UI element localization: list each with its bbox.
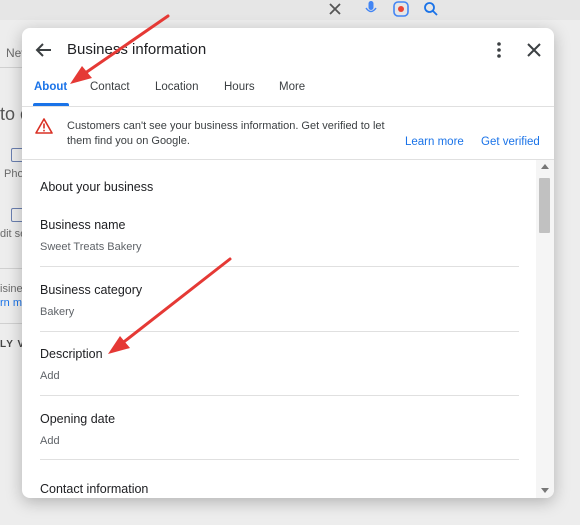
business-category-field[interactable] xyxy=(40,272,519,332)
tab-contact[interactable]: Contact xyxy=(90,81,130,93)
tab-hours[interactable]: Hours xyxy=(224,81,255,93)
field-value: Add xyxy=(40,435,60,447)
get-verified-link[interactable]: Get verified xyxy=(481,136,540,148)
learn-more-link[interactable]: Learn more xyxy=(405,136,464,148)
scroll-thumb[interactable] xyxy=(539,178,550,233)
business-info-content: About your business Business name Sweet … xyxy=(22,160,554,498)
scroll-down-arrow-icon[interactable] xyxy=(541,488,549,493)
warning-icon xyxy=(35,118,53,134)
mic-icon xyxy=(365,1,377,13)
clear-icon xyxy=(329,3,341,15)
business-name-field[interactable] xyxy=(40,208,519,268)
background-search-bar xyxy=(0,0,580,20)
field-label: Business category xyxy=(40,283,143,297)
background-divider xyxy=(0,67,22,68)
section-heading-contact: Contact information xyxy=(40,482,149,496)
field-label: Description xyxy=(40,347,103,361)
dialog-title: Business information xyxy=(67,41,207,58)
scrollbar[interactable] xyxy=(536,160,554,498)
field-label: Opening date xyxy=(40,412,116,426)
field-value: Sweet Treats Bakery xyxy=(40,241,142,253)
arrow-left-icon[interactable] xyxy=(32,38,56,62)
tab-about[interactable]: About xyxy=(34,81,67,93)
field-label: Business name xyxy=(40,218,126,232)
background-divider xyxy=(0,268,22,269)
business-information-dialog: Business information About Contact Locat… xyxy=(22,28,554,498)
field-divider xyxy=(40,331,519,332)
opening-date-field[interactable] xyxy=(40,401,519,461)
field-value: Bakery xyxy=(40,306,75,318)
verification-banner: Customers can't see your business inform… xyxy=(22,107,554,160)
field-divider xyxy=(40,459,519,460)
field-divider xyxy=(40,395,519,396)
lens-icon xyxy=(393,1,409,17)
field-value: Add xyxy=(40,370,60,382)
background-divider xyxy=(0,323,22,324)
description-field[interactable] xyxy=(40,337,519,397)
tab-more[interactable]: More xyxy=(279,81,305,93)
section-heading-about: About your business xyxy=(40,180,154,194)
tab-location[interactable]: Location xyxy=(155,81,198,93)
tab-bar: About Contact Location Hours More xyxy=(22,72,554,107)
background-item-fragment: Pho xyxy=(4,168,24,180)
field-divider xyxy=(40,266,519,267)
more-vert-icon[interactable] xyxy=(487,38,511,62)
close-icon[interactable] xyxy=(522,38,546,62)
dialog-header: Business information xyxy=(22,28,554,72)
verification-message: Customers can't see your business inform… xyxy=(67,120,385,147)
search-icon xyxy=(424,2,438,16)
scroll-up-arrow-icon[interactable] xyxy=(541,164,549,169)
active-tab-indicator xyxy=(33,103,69,106)
